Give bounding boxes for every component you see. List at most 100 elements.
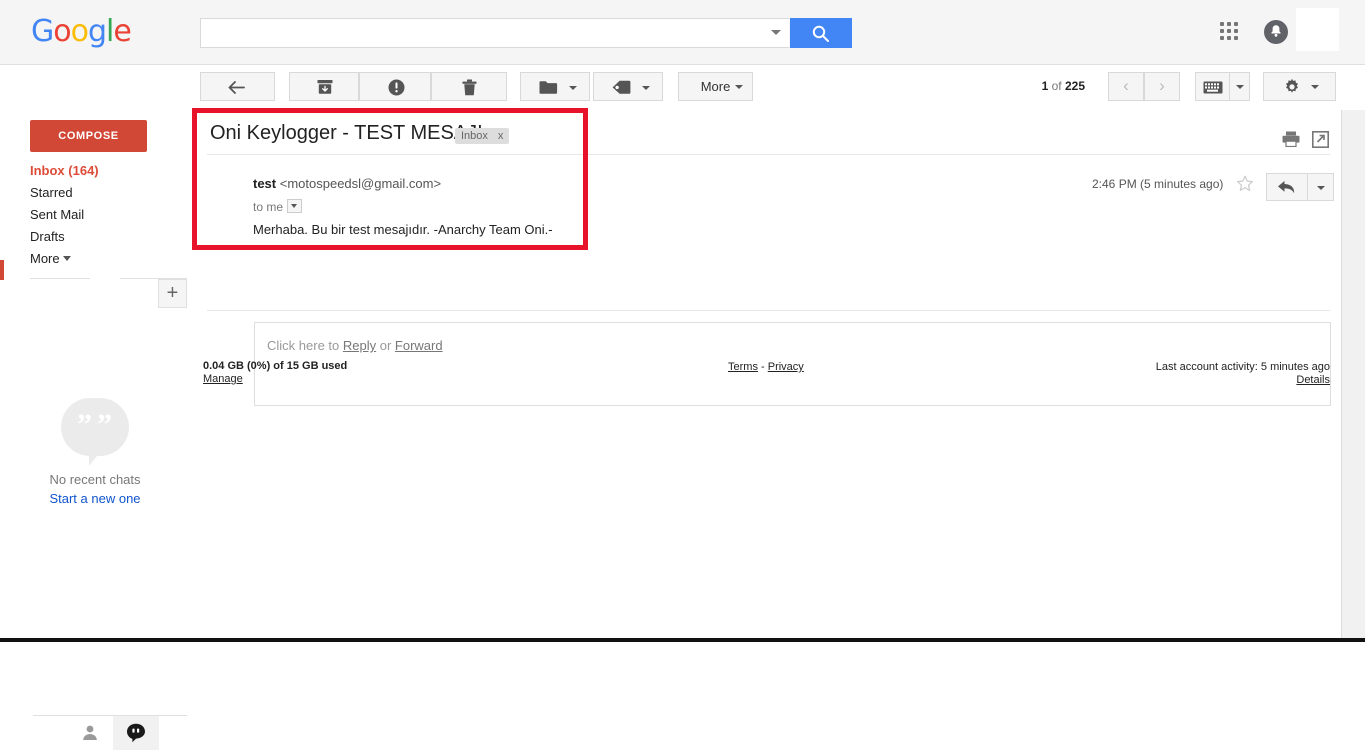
sidebar-nav: Inbox (164) Starred Sent Mail Drafts Mor…	[30, 160, 180, 270]
report-spam-icon	[388, 79, 405, 96]
vertical-scrollbar[interactable]	[1341, 110, 1365, 642]
sidebar-divider-left	[30, 278, 90, 279]
message-timestamp: 2:46 PM (5 minutes ago)	[1092, 177, 1224, 191]
search-button[interactable]	[790, 18, 852, 48]
header-divider	[207, 154, 1330, 155]
compose-button[interactable]: COMPOSE	[30, 120, 147, 152]
keyboard-options-button[interactable]	[1230, 72, 1250, 101]
message-header: Oni Keylogger - TEST MESAJI Inbox x	[190, 108, 1338, 160]
top-bar: Google	[0, 0, 1365, 65]
archive-button[interactable]	[289, 72, 359, 101]
hangouts-quote-left: ”	[77, 408, 92, 441]
google-logo[interactable]: Google	[31, 17, 132, 47]
account-details-link[interactable]: Details	[1296, 374, 1330, 386]
keyboard-caret-icon[interactable]	[1236, 85, 1244, 89]
search-bar	[200, 18, 852, 49]
more-label: More	[700, 79, 731, 94]
hangouts-empty-state: ” ” No recent chats Start a new one	[0, 398, 190, 506]
recipient-details-caret-icon[interactable]	[287, 199, 303, 213]
page-footer: 0.04 GB (0%) of 15 GB used Manage Terms …	[190, 355, 1340, 405]
label-chip-inbox[interactable]: Inbox x	[455, 128, 510, 144]
message-subject: Oni Keylogger - TEST MESAJI	[210, 122, 483, 144]
sidebar-tab-hangouts[interactable]	[113, 716, 159, 750]
settings-button[interactable]	[1263, 72, 1336, 101]
active-indicator	[0, 260, 4, 280]
reply-prompt-middle: or	[376, 338, 395, 353]
search-options-caret-icon[interactable]	[771, 30, 781, 35]
counter-total: 225	[1064, 79, 1085, 93]
report-spam-button[interactable]	[359, 72, 431, 101]
search-input[interactable]	[209, 19, 763, 49]
label-chip-remove-icon[interactable]: x	[498, 130, 504, 142]
legal-links: Terms - Privacy	[728, 361, 804, 373]
notification-bell-icon[interactable]	[1264, 20, 1288, 44]
label-tag-icon	[612, 80, 631, 94]
search-icon	[812, 25, 829, 42]
legal-separator: -	[757, 361, 768, 373]
apps-grid-icon[interactable]	[1220, 22, 1240, 42]
search-box[interactable]	[200, 18, 789, 49]
storage-usage: 0.04 GB (0%) of 15 GB used	[203, 360, 348, 372]
recipient-label: to me	[253, 200, 284, 214]
more-caret-icon[interactable]	[735, 85, 743, 89]
more-button[interactable]: More	[678, 72, 753, 101]
person-icon	[83, 725, 97, 740]
sidebar-more-label: More	[30, 251, 60, 266]
star-icon[interactable]	[1236, 175, 1254, 198]
sidebar-more-caret-icon[interactable]	[62, 256, 71, 261]
keyboard-icon	[1203, 81, 1223, 94]
profile-avatar[interactable]	[1296, 8, 1339, 51]
sender-name: test	[253, 176, 277, 191]
reply-button[interactable]	[1266, 173, 1308, 201]
start-new-chat-link[interactable]: Start a new one	[0, 491, 190, 506]
forward-link[interactable]: Forward	[395, 338, 443, 353]
trash-icon	[462, 79, 477, 96]
reply-caret-icon[interactable]	[1317, 186, 1325, 190]
hangouts-bubble-icon: ” ”	[61, 398, 129, 466]
gmail-app: Google More 1 of 225 ‹ › COMPOSE Inbox (…	[0, 0, 1365, 750]
settings-caret-icon[interactable]	[1311, 85, 1319, 89]
delete-button[interactable]	[431, 72, 507, 101]
folder-caret-icon[interactable]	[569, 86, 577, 90]
sidebar-item-drafts[interactable]: Drafts	[30, 226, 180, 248]
move-to-folder-button[interactable]	[520, 72, 590, 101]
back-arrow-icon	[228, 81, 245, 94]
message-counter: 1 of 225	[1042, 79, 1085, 93]
back-button[interactable]	[200, 72, 275, 101]
reply-link[interactable]: Reply	[343, 338, 376, 353]
no-recent-chats-label: No recent chats	[49, 472, 141, 487]
sidebar-item-inbox[interactable]: Inbox (164)	[30, 160, 180, 182]
message-text: Merhaba. Bu bir test mesajıdır. -Anarchy…	[253, 222, 553, 237]
counter-of: of	[1048, 79, 1065, 93]
print-icon[interactable]	[1282, 131, 1300, 148]
reply-prompt: Click here to Reply or Forward	[267, 338, 443, 353]
sidebar-item-sent-mail[interactable]: Sent Mail	[30, 204, 180, 226]
privacy-link[interactable]: Privacy	[768, 361, 804, 373]
previous-page-button[interactable]: ‹	[1108, 72, 1144, 101]
chat-bubble-icon	[127, 723, 145, 743]
next-page-button[interactable]: ›	[1144, 72, 1180, 101]
window-bottom-edge	[0, 638, 1365, 642]
sidebar-item-starred[interactable]: Starred	[30, 182, 180, 204]
sidebar-item-more[interactable]: More	[30, 248, 180, 270]
add-hangout-button[interactable]: +	[158, 279, 187, 308]
sidebar-tab-contacts[interactable]	[67, 716, 113, 750]
message-sender: test <motospeedsl@gmail.com>	[253, 176, 441, 191]
sender-email: <motospeedsl@gmail.com>	[279, 176, 442, 191]
labels-button[interactable]	[593, 72, 663, 101]
sidebar: COMPOSE Inbox (164) Starred Sent Mail Dr…	[0, 108, 190, 750]
message-recipient: to me	[253, 199, 303, 214]
hangouts-quote-right: ”	[97, 408, 112, 441]
archive-icon	[317, 80, 333, 94]
gear-icon	[1286, 78, 1298, 93]
reply-arrow-icon	[1278, 181, 1295, 194]
last-account-activity: Last account activity: 5 minutes ago	[1155, 361, 1330, 373]
labels-caret-icon[interactable]	[642, 86, 650, 90]
manage-storage-link[interactable]: Manage	[203, 373, 243, 385]
terms-link[interactable]: Terms	[728, 361, 758, 373]
open-in-new-window-icon[interactable]	[1312, 131, 1329, 148]
message-footer-divider	[207, 310, 1330, 311]
keyboard-shortcuts-button[interactable]	[1195, 72, 1230, 101]
reply-options-button[interactable]	[1308, 173, 1334, 201]
folder-icon	[539, 81, 558, 94]
